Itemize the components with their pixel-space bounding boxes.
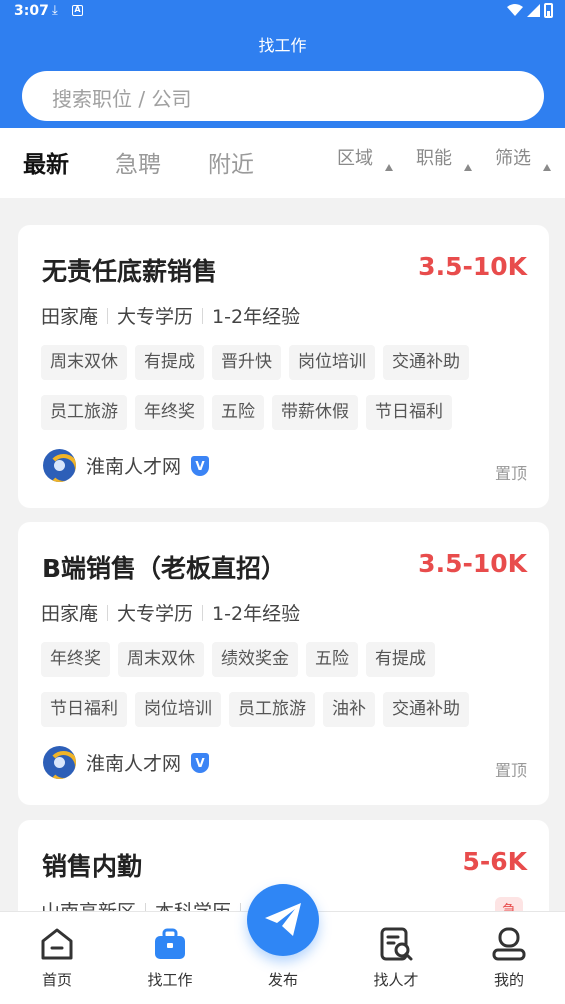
job-tag: 五险 [306,642,358,677]
job-tag: 周末双休 [118,642,204,677]
verified-badge-icon: V [191,455,210,476]
job-tag: 节日福利 [366,395,452,430]
paper-plane-icon [265,903,301,936]
status-time: 3:07 [14,3,49,19]
briefcase-icon [155,928,185,959]
job-experience: 1-2年经验 [212,603,301,625]
triangle-down-icon [543,164,551,171]
job-tag: 有提成 [366,642,435,677]
user-icon [492,927,526,961]
job-card[interactable]: B端销售（老板直招） 3.5-10K 田家庵 大专学历 1-2年经验 年终奖 周… [18,522,549,805]
job-tag: 岗位培训 [289,345,375,380]
divider [107,604,109,621]
job-tag: 带薪休假 [272,395,358,430]
job-tag: 晋升快 [212,345,281,380]
nav-label: 找人才 [373,971,419,989]
divider [202,307,204,324]
job-tags: 年终奖 周末双休 绩效奖金 五险 有提成 节日福利 岗位培训 员工旅游 油补 交… [41,642,541,742]
header: 3:07 ⤓ A 找工作 搜索职位 / 公司 [0,0,565,128]
filter-more[interactable]: 筛选 [495,144,531,170]
job-tag: 交通补助 [383,692,469,727]
tab-latest[interactable]: 最新 [23,145,69,179]
signal-icon [527,4,540,17]
job-tag: 交通补助 [383,345,469,380]
nav-home[interactable]: 首页 [17,912,97,1004]
company-name: 淮南人才网 [86,456,182,478]
triangle-down-icon [464,164,472,171]
resume-search-icon [380,927,413,961]
nav-talent[interactable]: 找人才 [356,912,436,1004]
nav-label: 首页 [41,971,72,989]
battery-icon [544,3,553,18]
job-tag: 周末双休 [41,345,127,380]
publish-button[interactable] [247,884,319,956]
search-placeholder: 搜索职位 / 公司 [52,87,192,111]
job-title: 无责任底薪销售 [42,257,218,286]
divider [107,307,109,324]
tab-nearby[interactable]: 附近 [208,145,254,179]
job-salary: 5-6K [462,847,527,876]
triangle-down-icon [385,164,393,171]
tab-bar: 最新 急聘 附近 区域 职能 筛选 [0,128,565,198]
download-icon: ⤓ [52,3,58,18]
filter-function[interactable]: 职能 [416,144,452,170]
company-name: 淮南人才网 [86,753,182,775]
job-salary: 3.5-10K [418,549,527,578]
job-tag: 节日福利 [41,692,127,727]
job-tag: 绩效奖金 [212,642,298,677]
job-card[interactable]: 无责任底薪销售 3.5-10K 田家庵 大专学历 1-2年经验 周末双休 有提成… [18,225,549,508]
job-meta: 田家庵 大专学历 1-2年经验 [41,302,300,329]
job-tag: 有提成 [135,345,204,380]
company-row[interactable]: 淮南人才网 V [43,449,210,482]
company-logo [43,449,76,482]
nav-label: 发布 [267,971,298,989]
app-notification-icon: A [72,5,83,16]
search-input[interactable]: 搜索职位 / 公司 [22,71,544,121]
tab-urgent[interactable]: 急聘 [115,145,161,179]
job-title: B端销售（老板直招） [42,554,287,583]
job-tags: 周末双休 有提成 晋升快 岗位培训 交通补助 员工旅游 年终奖 五险 带薪休假 … [41,345,541,445]
job-experience: 1-2年经验 [212,306,301,328]
job-location: 田家庵 [41,603,99,625]
wifi-icon [507,4,523,16]
nav-label: 找工作 [147,971,193,989]
divider [202,604,204,621]
company-row[interactable]: 淮南人才网 V [43,746,210,779]
job-tag: 年终奖 [135,395,204,430]
job-tag: 岗位培训 [135,692,221,727]
pinned-label: 置顶 [494,464,527,483]
pinned-label: 置顶 [494,761,527,780]
page-title: 找工作 [258,36,307,55]
job-education: 大专学历 [117,306,194,328]
home-icon [41,928,73,960]
job-tag: 员工旅游 [229,692,315,727]
nav-profile[interactable]: 我的 [469,912,549,1004]
job-tag: 五险 [212,395,264,430]
job-tag: 年终奖 [41,642,110,677]
status-right [507,3,553,18]
job-tag: 员工旅游 [41,395,127,430]
job-salary: 3.5-10K [418,252,527,281]
nav-jobs[interactable]: 找工作 [130,912,210,1004]
job-title: 销售内勤 [42,852,143,881]
job-meta: 田家庵 大专学历 1-2年经验 [41,599,300,626]
filter-region[interactable]: 区域 [337,144,373,170]
nav-label: 我的 [493,971,524,989]
job-tag: 油补 [323,692,375,727]
job-location: 田家庵 [41,306,99,328]
company-logo [43,746,76,779]
verified-badge-icon: V [191,752,210,773]
status-bar: 3:07 ⤓ A [0,0,565,24]
job-education: 大专学历 [117,603,194,625]
